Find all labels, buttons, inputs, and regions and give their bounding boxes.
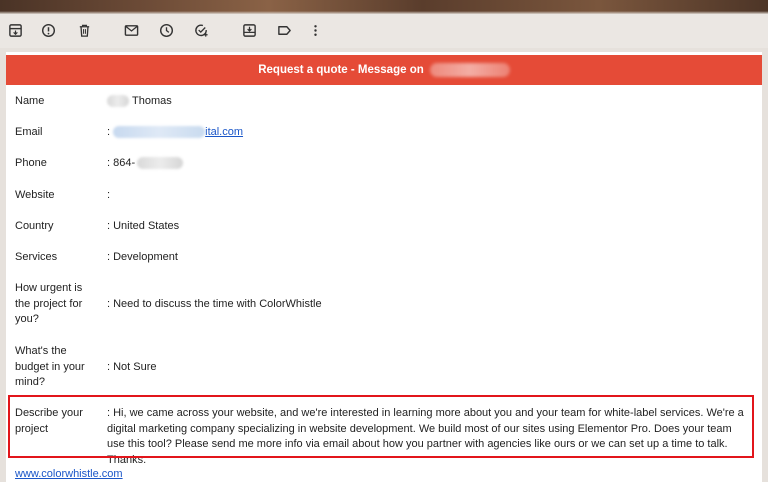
name-label: Name bbox=[15, 95, 45, 107]
mark-unread-icon[interactable] bbox=[122, 21, 140, 39]
redacted-phone bbox=[137, 157, 184, 170]
email-value: : ital.com bbox=[107, 126, 244, 139]
urgency-value: : Need to discuss the time with ColorWhi… bbox=[107, 297, 322, 310]
redacted-email bbox=[113, 126, 206, 139]
country-label: Country bbox=[15, 220, 54, 232]
redacted-date bbox=[429, 63, 510, 77]
email-label: Email bbox=[15, 126, 43, 138]
message-banner: Request a quote - Message on bbox=[6, 55, 762, 85]
website-value: : bbox=[107, 189, 111, 201]
banner-title: Request a quote - Message on bbox=[258, 64, 424, 76]
email-link[interactable]: ital.com bbox=[113, 126, 243, 139]
name-value: Thomas bbox=[107, 94, 746, 110]
redacted-first-name bbox=[107, 95, 129, 108]
urgency-label: How urgent is the project for you? bbox=[15, 282, 83, 325]
website-link[interactable]: www.colorwhistle.com bbox=[15, 468, 123, 480]
country-value: : United States bbox=[107, 220, 180, 232]
highlight-annotation bbox=[8, 395, 754, 458]
website-label: Website bbox=[15, 189, 55, 201]
more-options-icon[interactable] bbox=[306, 21, 324, 39]
delete-icon[interactable] bbox=[75, 21, 93, 39]
report-spam-icon[interactable] bbox=[39, 21, 57, 39]
phone-value: : 864- bbox=[107, 156, 746, 172]
email-toolbar bbox=[0, 14, 768, 48]
budget-label: What's the budget in your mind? bbox=[15, 345, 85, 388]
budget-value: : Not Sure bbox=[107, 360, 157, 373]
phone-label: Phone bbox=[15, 157, 47, 169]
move-to-icon[interactable] bbox=[240, 21, 258, 39]
wallpaper-strip bbox=[0, 0, 768, 14]
add-task-icon[interactable] bbox=[192, 21, 210, 39]
services-value: : Development bbox=[107, 251, 178, 263]
label-icon[interactable] bbox=[275, 21, 293, 39]
archive-icon[interactable] bbox=[6, 21, 24, 39]
services-label: Services bbox=[15, 251, 58, 263]
snooze-icon[interactable] bbox=[157, 21, 175, 39]
message-card: Request a quote - Message on Name Thomas… bbox=[6, 52, 762, 482]
